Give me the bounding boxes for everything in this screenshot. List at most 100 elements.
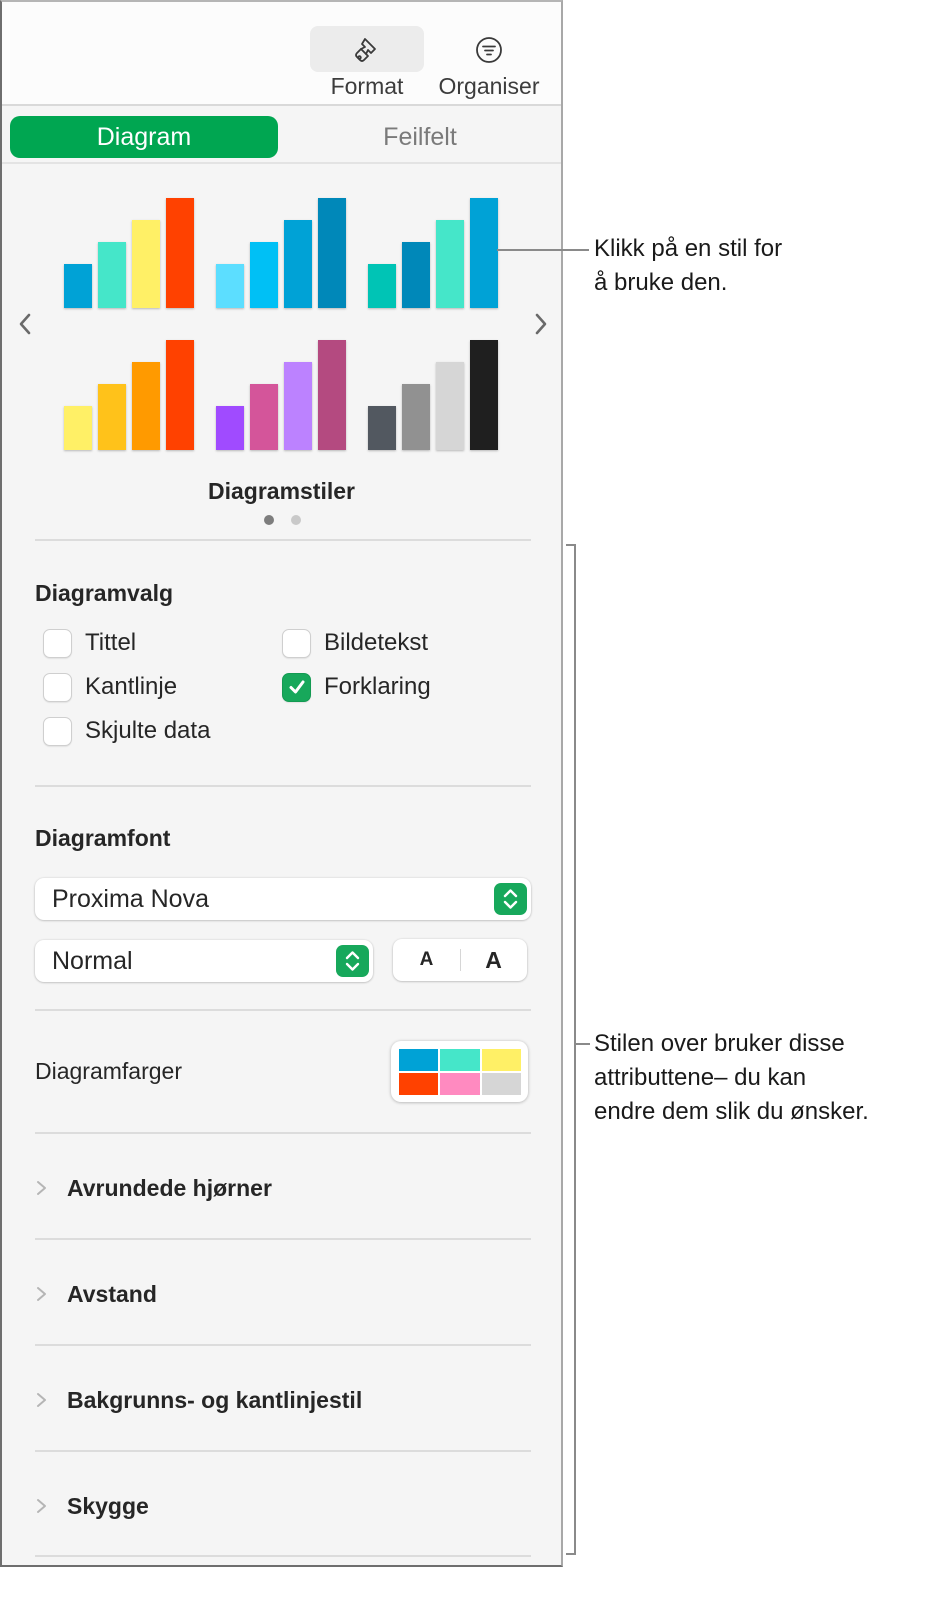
chart-style-bar xyxy=(368,406,396,450)
chart-style-bar xyxy=(402,242,430,308)
chevron-left-icon[interactable] xyxy=(14,309,36,339)
callout-attributes: Stilen over bruker disse attributtene– d… xyxy=(594,1027,869,1129)
callout-leader-line xyxy=(497,249,589,251)
chart-style-bar xyxy=(216,264,244,308)
callout-bracket-tick xyxy=(576,1043,590,1045)
callout-styles: Klikk på en stil for å bruke den. xyxy=(594,232,782,300)
checkbox-box[interactable] xyxy=(43,716,72,746)
checkbox-box[interactable] xyxy=(282,628,311,658)
font-size-buttons: A A xyxy=(393,939,527,981)
color-swatch xyxy=(481,1049,521,1071)
callout-line-text: å bruke den. xyxy=(594,269,728,296)
chart-style-swatch[interactable] xyxy=(216,196,350,308)
disclosure-label: Bakgrunns- og kantlinjestil xyxy=(67,1386,363,1413)
page-dot-active[interactable] xyxy=(264,515,274,525)
checkbox-caption[interactable]: Bildetekst xyxy=(282,628,428,658)
font-style-select[interactable]: Normal xyxy=(35,940,373,982)
chart-style-swatch[interactable] xyxy=(368,196,502,308)
divider xyxy=(35,1132,531,1134)
color-swatch xyxy=(440,1049,480,1071)
up-down-chevron-icon xyxy=(345,951,360,971)
font-family-select[interactable]: Proxima Nova xyxy=(35,878,531,920)
checkbox-border[interactable]: Kantlinje xyxy=(43,672,177,702)
chart-style-bar xyxy=(64,264,92,308)
font-style-stepper[interactable] xyxy=(336,945,369,977)
tab-error-bars[interactable]: Feilfelt xyxy=(286,116,554,158)
divider xyxy=(35,1009,531,1011)
font-family-value: Proxima Nova xyxy=(52,884,209,913)
chart-style-bar xyxy=(318,198,346,308)
format-sidebar: Format Organiser Diagram Feilfelt Diagra… xyxy=(0,0,563,1567)
chart-style-bar xyxy=(64,406,92,450)
disclosure-label: Skygge xyxy=(67,1492,149,1519)
chart-style-bar xyxy=(368,264,396,308)
checkbox-box[interactable] xyxy=(43,672,72,702)
color-swatch xyxy=(399,1073,439,1095)
color-swatch xyxy=(440,1073,480,1095)
callout-bracket-top xyxy=(566,544,576,546)
inspector-toolbar: Format Organiser xyxy=(2,2,561,106)
organise-label: Organiser xyxy=(438,73,540,99)
checkbox-box[interactable] xyxy=(43,628,72,658)
callout-line-text: Klikk på en stil for xyxy=(594,235,783,262)
callout-line-text: Stilen over bruker disse xyxy=(594,1030,845,1057)
chart-options-title: Diagramvalg xyxy=(35,580,174,606)
checkmark-icon xyxy=(289,680,304,694)
disclosure-rounded-corners[interactable]: Avrundede hjørner xyxy=(35,1173,272,1203)
tab-diagram[interactable]: Diagram xyxy=(10,116,278,158)
format-label: Format xyxy=(330,73,404,99)
chart-style-swatch[interactable] xyxy=(216,338,350,450)
divider xyxy=(35,1555,531,1557)
disclosure-spacing[interactable]: Avstand xyxy=(35,1279,157,1309)
page-dot[interactable] xyxy=(291,515,301,525)
checkbox-hidden-data[interactable]: Skjulte data xyxy=(43,716,210,746)
chevron-right-icon xyxy=(37,1499,46,1513)
color-swatch xyxy=(481,1073,521,1095)
chart-style-bar xyxy=(98,242,126,308)
divider xyxy=(35,1344,531,1346)
increase-font-size-button[interactable]: A xyxy=(460,939,527,981)
format-button[interactable]: Format xyxy=(310,26,424,99)
disclosure-label: Avrundede hjørner xyxy=(67,1174,272,1201)
chart-colors-label: Diagramfarger xyxy=(35,1058,182,1084)
chart-style-swatch[interactable] xyxy=(368,338,502,450)
chevron-right-icon xyxy=(37,1287,46,1301)
checkbox-label: Kantlinje xyxy=(85,673,178,700)
checkbox-label: Forklaring xyxy=(324,673,431,700)
checkbox-legend[interactable]: Forklaring xyxy=(282,672,431,702)
chart-style-swatch[interactable] xyxy=(64,338,198,450)
chart-style-bar xyxy=(402,384,430,450)
organise-icon xyxy=(476,37,502,63)
divider xyxy=(35,1238,531,1240)
divider xyxy=(35,785,531,787)
organise-button[interactable]: Organiser xyxy=(432,26,546,99)
chevron-right-icon xyxy=(37,1181,46,1195)
chart-style-bar xyxy=(166,198,194,308)
disclosure-shadow[interactable]: Skygge xyxy=(35,1491,149,1521)
chart-style-swatch[interactable] xyxy=(64,196,198,308)
checkbox-label: Tittel xyxy=(85,629,137,656)
chart-style-bar xyxy=(284,362,312,450)
disclosure-background-border[interactable]: Bakgrunns- og kantlinjestil xyxy=(35,1385,362,1415)
chart-style-bar xyxy=(436,220,464,308)
checkbox-box-checked[interactable] xyxy=(282,672,311,702)
chevron-right-icon[interactable] xyxy=(530,309,552,339)
font-family-stepper[interactable] xyxy=(494,883,527,915)
font-style-value: Normal xyxy=(52,946,133,975)
checkbox-label: Bildetekst xyxy=(324,629,429,656)
callout-bracket-bottom xyxy=(566,1553,576,1555)
callout-line-text: endre dem slik du ønsker. xyxy=(594,1098,869,1125)
color-swatch xyxy=(399,1049,439,1071)
paintbrush-icon xyxy=(355,38,376,62)
chart-style-bar xyxy=(436,362,464,450)
checkbox-title[interactable]: Tittel xyxy=(43,628,136,658)
chart-style-bar xyxy=(216,406,244,450)
chart-style-bar xyxy=(132,362,160,450)
chart-colors-button[interactable] xyxy=(391,1041,528,1102)
callout-bracket xyxy=(574,544,576,1555)
disclosure-label: Avstand xyxy=(67,1280,157,1307)
decrease-font-size-button[interactable]: A xyxy=(393,939,460,981)
chart-font-title: Diagramfont xyxy=(35,825,171,851)
chart-style-bar xyxy=(470,198,498,308)
chart-style-bar xyxy=(132,220,160,308)
